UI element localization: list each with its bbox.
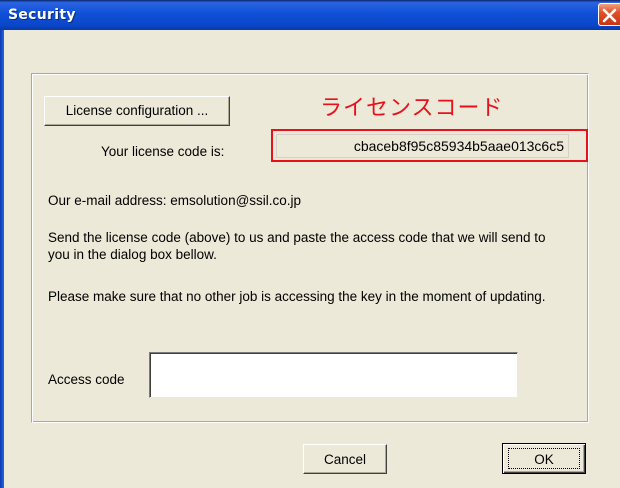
window-frame-left bbox=[0, 30, 4, 488]
license-code-label: Your license code is: bbox=[101, 144, 225, 159]
title-bar[interactable]: Security bbox=[0, 0, 620, 30]
access-code-label: Access code bbox=[48, 372, 125, 387]
license-code-annotation: ライセンスコード bbox=[320, 96, 504, 121]
access-code-input[interactable] bbox=[149, 352, 518, 398]
close-icon bbox=[602, 8, 617, 23]
ok-button-label: OK bbox=[508, 448, 580, 469]
security-dialog: Security License configuration ... ライセンス… bbox=[0, 0, 620, 488]
email-address-text: Our e-mail address: emsolution@ssil.co.j… bbox=[48, 193, 302, 208]
license-configuration-button[interactable]: License configuration ... bbox=[44, 96, 230, 126]
cancel-button[interactable]: Cancel bbox=[303, 444, 387, 474]
update-warning-text: Please make sure that no other job is ac… bbox=[48, 289, 546, 304]
highlight-box bbox=[271, 129, 588, 162]
send-instructions-text: Send the license code (above) to us and … bbox=[48, 230, 546, 262]
ok-button[interactable]: OK bbox=[502, 443, 586, 474]
close-button[interactable] bbox=[598, 3, 620, 26]
window-title: Security bbox=[8, 7, 76, 23]
